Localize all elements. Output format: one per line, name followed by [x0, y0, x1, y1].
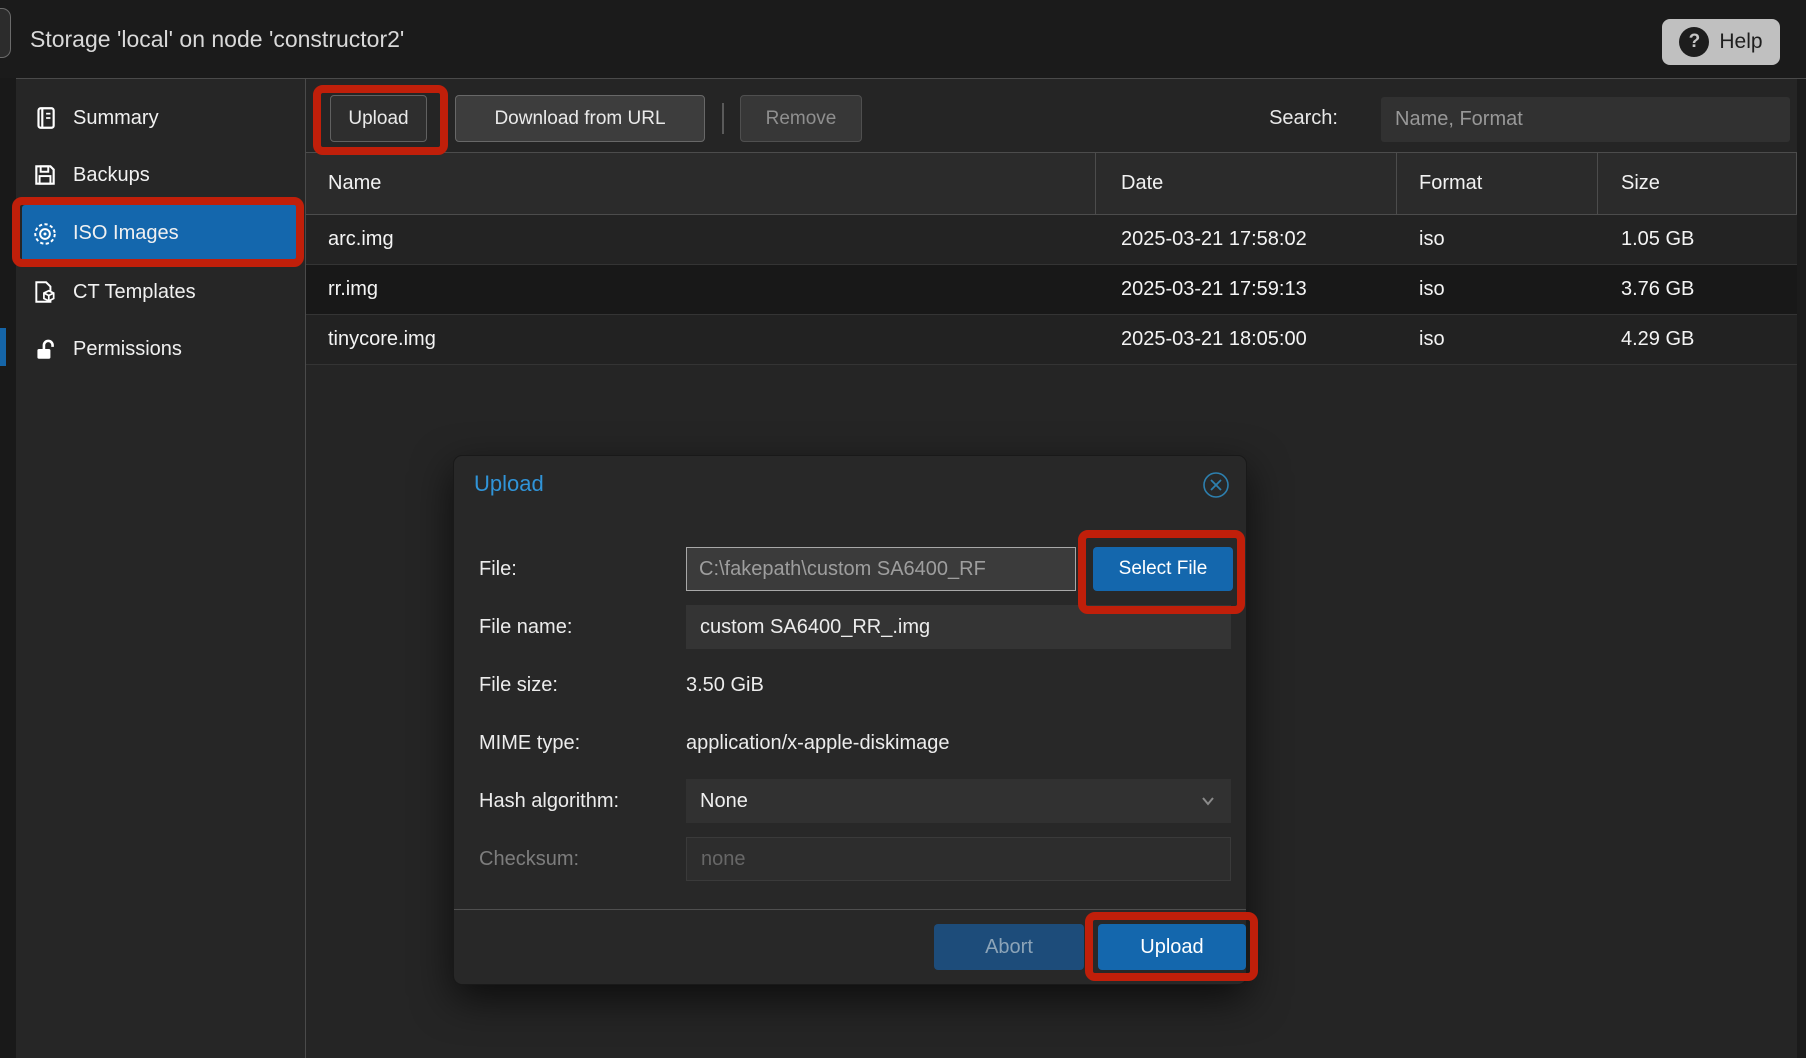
sidebar-item-label: Summary [73, 107, 159, 130]
cell-size: 3.76 GB [1598, 265, 1797, 314]
hash-algorithm-select[interactable]: None [686, 779, 1231, 823]
cell-name: rr.img [306, 265, 1096, 314]
cell-date: 2025-03-21 18:05:00 [1096, 315, 1397, 364]
sidebar-item-ct-templates[interactable]: CT Templates [22, 267, 299, 317]
file-path-input[interactable] [686, 547, 1076, 591]
column-header-date[interactable]: Date [1096, 153, 1397, 214]
table-header: Name Date Format Size [306, 152, 1797, 215]
cell-date: 2025-03-21 17:59:13 [1096, 265, 1397, 314]
checksum-input [686, 837, 1231, 881]
cell-name: tinycore.img [306, 315, 1096, 364]
cell-format: iso [1397, 315, 1598, 364]
ct-template-icon [32, 279, 58, 305]
mime-type-label: MIME type: [479, 721, 684, 765]
column-header-name[interactable]: Name [306, 153, 1096, 214]
help-icon: ? [1679, 27, 1709, 57]
tree-selection-fragment [0, 328, 6, 366]
sidebar-item-summary[interactable]: Summary [22, 93, 299, 143]
sidebar-item-label: CT Templates [73, 281, 196, 304]
column-header-size[interactable]: Size [1598, 153, 1797, 214]
file-label: File: [479, 547, 684, 591]
close-icon[interactable] [1202, 471, 1230, 499]
remove-button[interactable]: Remove [740, 95, 862, 142]
search-input[interactable] [1381, 97, 1790, 142]
file-size-value: 3.50 GiB [686, 663, 764, 707]
storage-sidebar: Summary Backups ISO Images CT Templates … [16, 79, 305, 1058]
left-edge-strip [0, 78, 16, 1058]
toolbar-separator [722, 103, 724, 134]
cell-size: 4.29 GB [1598, 315, 1797, 364]
upload-toolbar-button[interactable]: Upload [330, 95, 427, 142]
lock-open-icon [32, 336, 58, 362]
floppy-icon [32, 162, 58, 188]
sidebar-item-permissions[interactable]: Permissions [22, 324, 299, 374]
sidebar-item-backups[interactable]: Backups [22, 150, 299, 200]
file-name-input[interactable] [686, 605, 1231, 649]
table-right-gutter [1797, 79, 1806, 1058]
book-icon [32, 105, 58, 131]
file-size-label: File size: [479, 663, 684, 707]
dialog-title: Upload [474, 456, 544, 512]
sidebar-item-label: ISO Images [73, 222, 179, 245]
hash-algorithm-value: None [700, 790, 748, 813]
upload-dialog: Upload File: Select File File name: File… [453, 455, 1247, 985]
table-row[interactable]: rr.img 2025-03-21 17:59:13 iso 3.76 GB [306, 265, 1797, 315]
cell-size: 1.05 GB [1598, 215, 1797, 264]
cell-name: arc.img [306, 215, 1096, 264]
chevron-down-icon [1199, 793, 1217, 809]
cell-format: iso [1397, 265, 1598, 314]
column-header-format[interactable]: Format [1397, 153, 1598, 214]
disc-icon [32, 221, 58, 247]
page-title: Storage 'local' on node 'constructor2' [30, 0, 404, 78]
sidebar-item-label: Permissions [73, 338, 182, 361]
select-file-button[interactable]: Select File [1093, 547, 1233, 591]
cell-format: iso [1397, 215, 1598, 264]
upload-submit-button[interactable]: Upload [1098, 924, 1246, 970]
help-button-label: Help [1719, 30, 1762, 54]
search-label: Search: [1210, 95, 1338, 142]
help-button[interactable]: ? Help [1662, 19, 1780, 65]
sidebar-item-label: Backups [73, 164, 150, 187]
header-bar: Storage 'local' on node 'constructor2' ?… [0, 0, 1806, 78]
table-row[interactable]: arc.img 2025-03-21 17:58:02 iso 1.05 GB [306, 215, 1797, 265]
hash-algorithm-label: Hash algorithm: [479, 779, 684, 823]
panel-collapse-handle[interactable] [0, 8, 11, 58]
divider [454, 909, 1246, 910]
mime-type-value: application/x-apple-diskimage [686, 721, 949, 765]
table-row[interactable]: tinycore.img 2025-03-21 18:05:00 iso 4.2… [306, 315, 1797, 365]
file-name-label: File name: [479, 605, 684, 649]
cell-date: 2025-03-21 17:58:02 [1096, 215, 1397, 264]
download-from-url-button[interactable]: Download from URL [455, 95, 705, 142]
sidebar-item-iso-images[interactable]: ISO Images [22, 205, 299, 262]
abort-button[interactable]: Abort [934, 924, 1084, 970]
checksum-label: Checksum: [479, 837, 684, 881]
